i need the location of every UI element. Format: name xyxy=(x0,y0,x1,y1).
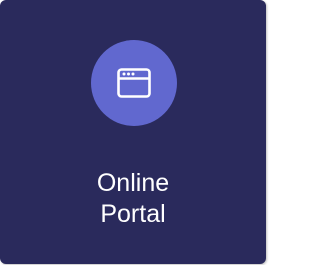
browser-window-icon xyxy=(117,68,151,98)
tile-label-line1: Online xyxy=(96,169,170,197)
icon-badge xyxy=(91,40,177,126)
tile-label-line2: Portal xyxy=(100,200,166,228)
online-portal-tile[interactable]: Online Portal xyxy=(0,0,266,264)
